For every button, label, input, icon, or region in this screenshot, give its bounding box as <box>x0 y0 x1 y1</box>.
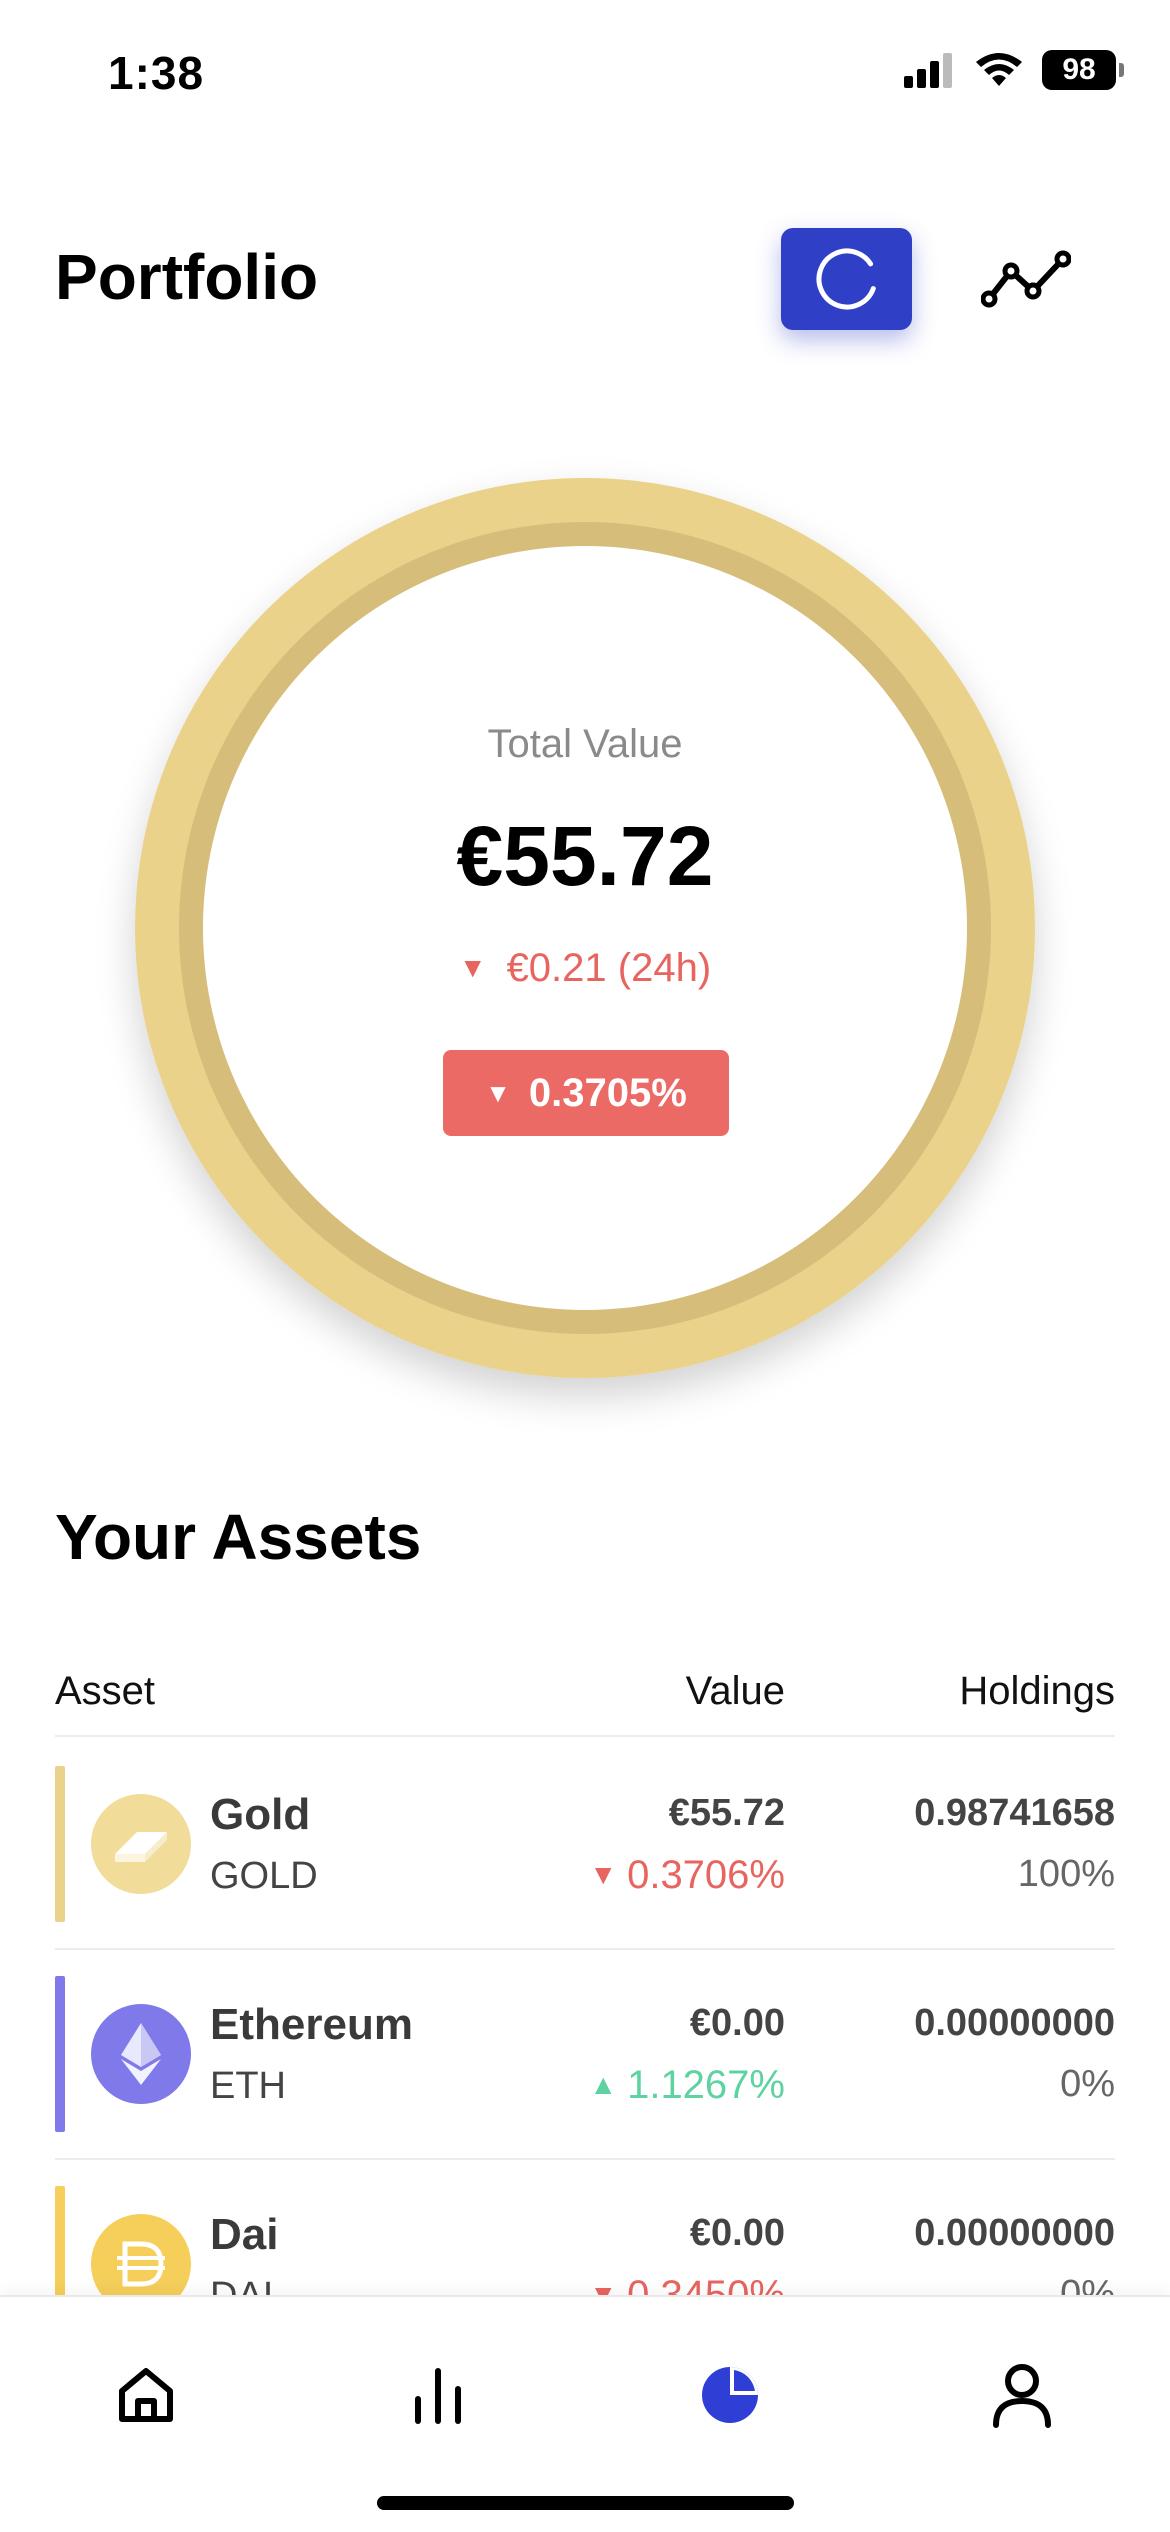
battery-indicator: 98 <box>1042 50 1124 90</box>
home-indicator <box>377 2496 794 2510</box>
asset-change-text: 1.1267% <box>627 2063 785 2107</box>
gold-bar-icon <box>91 1794 191 1894</box>
row-accent-bar <box>55 1766 65 1922</box>
total-change-24h: ▼ €0.21 (24h) <box>0 946 1170 991</box>
total-value-amount: €55.72 <box>456 809 714 903</box>
column-header-holdings: Holdings <box>959 1669 1115 1713</box>
asset-holdings: 0.00000000 <box>914 2212 1115 2254</box>
change-percent-text: 0.3705% <box>528 1070 687 1115</box>
loading-spinner-icon <box>816 248 877 310</box>
tab-home[interactable] <box>106 2355 186 2435</box>
refresh-button[interactable] <box>781 228 912 330</box>
asset-holdings: 0.98741658 <box>914 1792 1115 1834</box>
asset-symbol: DAI <box>210 2275 273 2295</box>
column-header-value: Value <box>685 1669 785 1713</box>
down-triangle-icon: ▼ <box>589 2279 618 2295</box>
donut-center <box>203 546 967 1310</box>
user-icon <box>993 2364 1051 2428</box>
dai-icon <box>91 2214 191 2295</box>
column-header-asset: Asset <box>55 1669 156 1713</box>
asset-symbol: GOLD <box>210 1855 318 1897</box>
line-chart-icon <box>981 250 1071 308</box>
row-accent-bar <box>55 2186 65 2295</box>
down-triangle-icon: ▼ <box>458 952 487 983</box>
asset-change-text: 0.3706% <box>627 1853 785 1897</box>
assets-list[interactable]: Gold GOLD €55.72 ▼ 0.3706% 0.98741658 100… <box>55 1740 1115 2295</box>
asset-value: €0.00 <box>689 2212 785 2254</box>
change-24h-text: €0.21 (24h) <box>506 946 712 990</box>
tab-profile[interactable] <box>982 2355 1062 2435</box>
total-value-label: Total Value <box>487 722 683 766</box>
asset-row-gold[interactable]: Gold GOLD €55.72 ▼ 0.3706% 0.98741658 100… <box>55 1740 1115 1950</box>
line-chart-toggle-button[interactable] <box>976 240 1076 320</box>
asset-name: Dai <box>210 2210 279 2259</box>
asset-symbol: ETH <box>210 2065 286 2107</box>
asset-name: Gold <box>210 1790 311 1839</box>
up-triangle-icon: ▲ <box>589 2069 618 2100</box>
wifi-icon <box>976 53 1022 86</box>
status-bar: 1:38 98 <box>0 0 1170 150</box>
asset-change: ▼ 0.3450% <box>589 2273 785 2295</box>
asset-change: ▼ 0.3706% <box>589 1853 785 1898</box>
asset-holdings: 0.00000000 <box>914 2002 1115 2044</box>
asset-name: Ethereum <box>210 2000 413 2049</box>
asset-row-dai[interactable]: Dai DAI €0.00 ▼ 0.3450% 0.00000000 0% <box>55 2160 1115 2295</box>
row-accent-bar <box>55 1976 65 2132</box>
asset-share: 0% <box>1060 2063 1115 2105</box>
home-icon <box>119 2368 173 2422</box>
asset-change-text: 0.3450% <box>627 2273 785 2295</box>
tab-portfolio[interactable] <box>690 2355 770 2435</box>
asset-change: ▲ 1.1267% <box>589 2063 785 2108</box>
tab-markets[interactable] <box>398 2355 478 2435</box>
asset-value: €55.72 <box>668 1792 785 1834</box>
page-header: Portfolio <box>0 220 1170 340</box>
asset-share: 100% <box>1017 1853 1115 1895</box>
asset-value: €0.00 <box>689 2002 785 2044</box>
bottom-tab-bar <box>0 2295 1170 2532</box>
cellular-signal-icon <box>904 53 952 88</box>
bar-chart-icon <box>415 2368 461 2424</box>
asset-share: 0% <box>1060 2273 1115 2295</box>
portfolio-donut-chart <box>135 478 1035 1378</box>
pie-chart-icon <box>702 2367 758 2423</box>
down-triangle-icon: ▼ <box>485 1077 511 1108</box>
page-title: Portfolio <box>55 241 319 313</box>
status-icons: 98 <box>904 50 1124 90</box>
change-percent-badge: ▼ 0.3705% <box>443 1050 729 1136</box>
down-triangle-icon: ▼ <box>589 1859 618 1890</box>
assets-table-header: Asset Value Holdings <box>55 1665 1115 1737</box>
status-time: 1:38 <box>108 47 205 99</box>
asset-row-ethereum[interactable]: Ethereum ETH €0.00 ▲ 1.1267% 0.00000000 0… <box>55 1950 1115 2160</box>
ethereum-icon <box>91 2004 191 2104</box>
assets-section-title: Your Assets <box>55 1501 422 1573</box>
